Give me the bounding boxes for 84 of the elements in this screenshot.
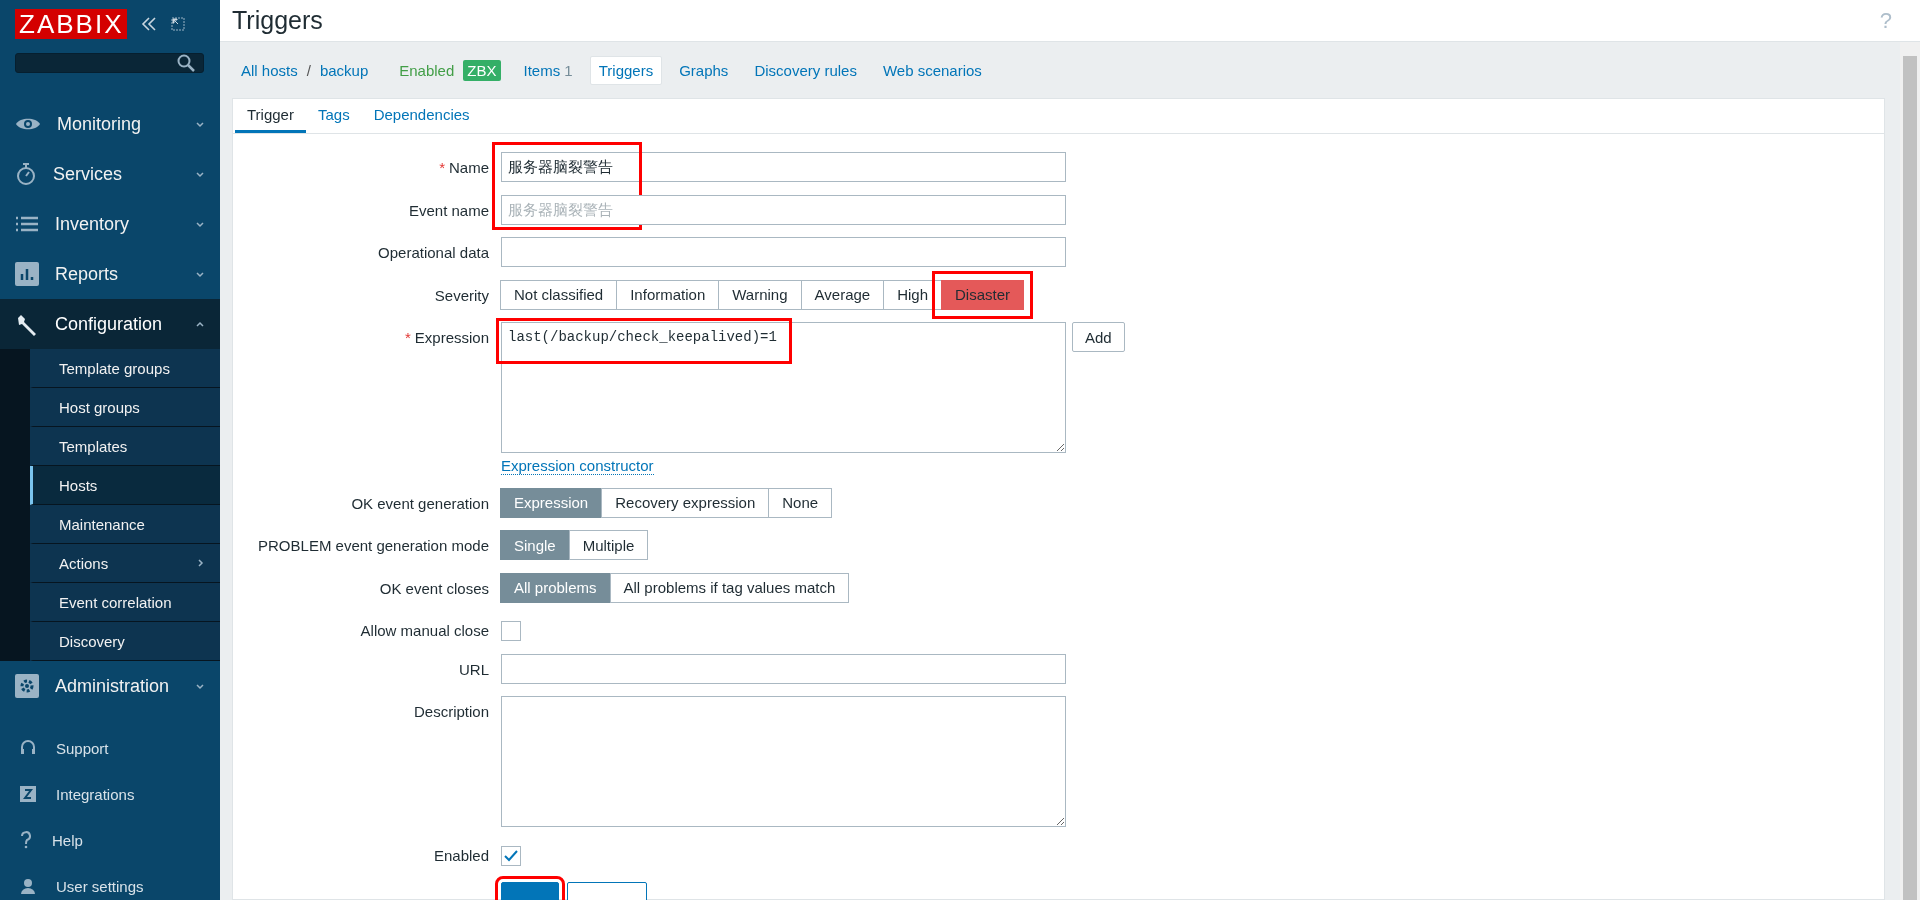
breadcrumb-link[interactable]: All hosts (232, 55, 307, 85)
menu-item[interactable]: Support (0, 725, 220, 771)
severity-option[interactable]: High (883, 279, 943, 310)
menu-item[interactable]: Reports (0, 249, 220, 299)
field-label: Description (413, 703, 489, 720)
submenu-item[interactable]: Templates (30, 427, 220, 466)
text-field[interactable]: 服务器脑裂警告 (501, 152, 1066, 182)
page-title: Triggers (232, 6, 323, 35)
chevron-icon (195, 169, 205, 179)
text-area[interactable] (501, 696, 1066, 827)
field-label: * Expression (404, 329, 489, 346)
form-tab[interactable]: Trigger (235, 99, 306, 133)
submenu-item[interactable]: Event correlation (30, 583, 220, 622)
menu-item[interactable]: User settings (0, 863, 220, 900)
chevron-icon (195, 219, 205, 229)
submenu-item[interactable]: Actions (30, 544, 220, 583)
expression-field[interactable]: last(/backup/check_keepalived)=1 (501, 322, 1066, 453)
submenu-item[interactable]: Maintenance (30, 505, 220, 544)
severity-option[interactable]: Not classified (500, 279, 618, 310)
host-tab[interactable]: Triggers (589, 55, 663, 85)
toggle-option[interactable]: None (768, 487, 833, 518)
menu-item[interactable]: Monitoring (0, 99, 220, 149)
submenu-item[interactable]: Template groups (30, 349, 220, 388)
expression-constructor-link[interactable]: Expression constructor (501, 457, 654, 475)
text-field[interactable] (501, 653, 1066, 684)
search-field[interactable] (15, 53, 204, 73)
submenu-item[interactable]: Host groups (30, 388, 220, 427)
agent-badge: ZBX (463, 59, 501, 81)
field-label: Event name (408, 201, 489, 219)
severity-option[interactable]: Information (616, 279, 720, 310)
question-icon (20, 831, 32, 849)
search-icon (177, 54, 195, 72)
form-tab[interactable]: Dependencies (361, 99, 482, 133)
text-field[interactable]: 服务器脑裂警告 (501, 194, 1066, 225)
menu-item[interactable]: Inventory (0, 199, 220, 249)
checkbox[interactable] (501, 845, 521, 866)
host-tab[interactable]: Web scenarios (873, 55, 991, 85)
field-label: OK event closes (379, 579, 489, 597)
field-label: URL (459, 660, 489, 678)
headset-icon (20, 739, 36, 757)
menu-item[interactable]: Services (0, 149, 220, 199)
severity-option[interactable]: Warning (718, 279, 802, 310)
collapse-icon[interactable] (141, 17, 158, 31)
field-label: * Name (439, 159, 489, 176)
severity-option[interactable]: Average (800, 279, 885, 310)
form-tab[interactable]: Tags (305, 99, 362, 133)
stopwatch-icon (15, 162, 37, 186)
host-tab[interactable]: Discovery rules (745, 55, 866, 85)
breadcrumb-separator: / (306, 61, 311, 79)
chevron-icon (195, 119, 205, 129)
field-label: Operational data (378, 244, 489, 261)
text-field[interactable] (501, 237, 1066, 267)
kiosk-mode-icon[interactable] (171, 17, 186, 31)
toggle-option[interactable]: Multiple (568, 530, 649, 560)
logo[interactable]: ZABBIX (15, 9, 128, 39)
chevron-icon (195, 319, 205, 329)
letter-square-icon (20, 786, 36, 802)
gear-icon (15, 674, 39, 698)
submenu-item[interactable]: Hosts (30, 466, 220, 505)
check-icon (504, 849, 518, 862)
menu-item[interactable]: Administration (0, 661, 220, 711)
submenu-item[interactable]: Discovery (30, 622, 220, 661)
field-label: PROBLEM event generation mode (258, 537, 489, 554)
toggle-option[interactable]: All problems if tag values match (609, 572, 850, 603)
host-tab[interactable]: Items 1 (514, 55, 582, 85)
field-label: Enabled (433, 846, 489, 864)
bar-chart-icon (15, 262, 39, 286)
wrench-icon (15, 312, 39, 336)
menu-item[interactable]: Configuration (0, 299, 220, 349)
scrollbar[interactable] (1900, 42, 1920, 900)
list-icon (15, 216, 39, 232)
field-label: OK event generation (351, 494, 489, 512)
menu-item[interactable]: Help (0, 817, 220, 863)
host-tab[interactable]: Graphs (670, 55, 738, 85)
user-icon (20, 878, 36, 894)
toggle-option[interactable]: Recovery expression (601, 487, 770, 518)
chevron-icon (195, 269, 205, 279)
add-button[interactable]: Add (1072, 322, 1125, 352)
checkbox[interactable] (501, 621, 521, 641)
menu-item[interactable]: Integrations (0, 771, 220, 817)
field-label: Severity (434, 286, 489, 304)
chevron-icon (195, 681, 205, 691)
breadcrumb-link[interactable]: backup (310, 55, 378, 85)
field-label: Allow manual close (360, 622, 489, 639)
